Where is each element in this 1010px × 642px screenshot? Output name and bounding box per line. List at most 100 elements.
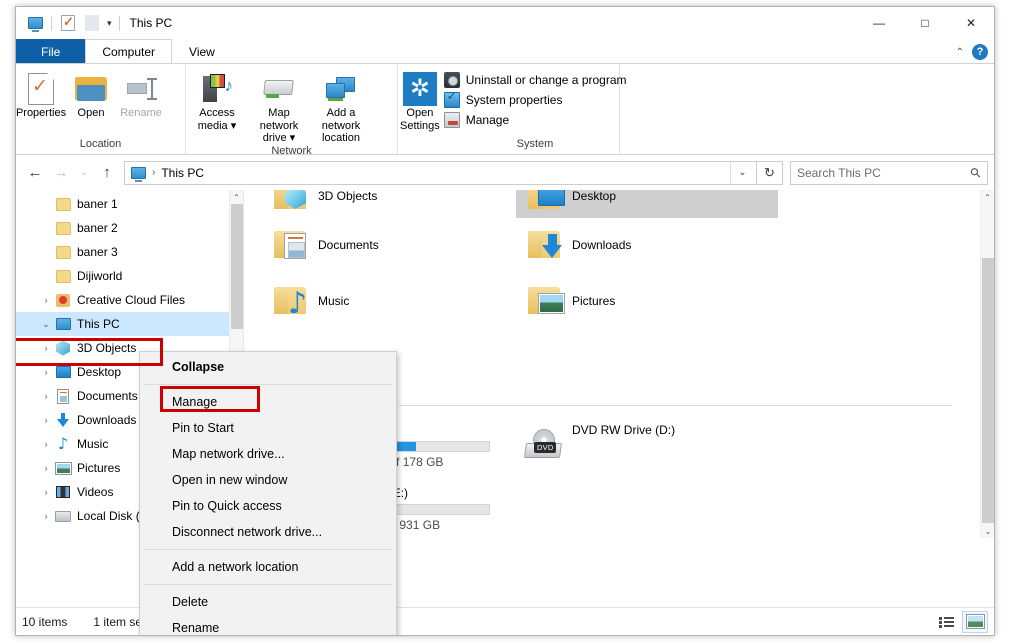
address-input[interactable]: › This PC ⌄ <box>124 160 757 185</box>
add-network-location-label: Add a network location <box>321 107 361 145</box>
expand-chevron-icon[interactable]: › <box>38 391 54 401</box>
scroll-up-icon[interactable]: ⌃ <box>230 190 243 204</box>
videos-icon <box>54 486 72 498</box>
context-menu-item-pin-to-quick-access[interactable]: Pin to Quick access <box>140 493 396 519</box>
context-menu-item-collapse[interactable]: Collapse <box>140 354 396 380</box>
expand-chevron-icon[interactable]: › <box>38 487 54 497</box>
open-settings-label: Open Settings <box>400 107 440 132</box>
refresh-button[interactable]: ↻ <box>757 160 783 185</box>
expand-chevron-icon[interactable]: › <box>38 439 54 449</box>
item-count-label: 10 items <box>22 614 68 629</box>
qat-blank-icon[interactable] <box>80 11 104 35</box>
tree-item-dijiworld[interactable]: Dijiworld <box>16 264 243 288</box>
context-menu-separator <box>144 384 392 385</box>
manage-icon <box>443 112 460 128</box>
properties-button[interactable]: Properties <box>16 68 66 120</box>
large-icons-view-button[interactable] <box>962 610 988 633</box>
open-settings-button[interactable]: ✲ Open Settings <box>398 68 442 132</box>
tab-computer[interactable]: Computer <box>85 39 173 63</box>
tree-item-baner-2[interactable]: baner 2 <box>16 216 243 240</box>
back-button[interactable]: ← <box>22 160 48 186</box>
content-item-documents[interactable]: Documents <box>262 223 524 267</box>
context-menu-item-delete[interactable]: Delete <box>140 589 396 615</box>
divider <box>51 15 52 31</box>
qat-properties-icon[interactable] <box>56 11 80 35</box>
expand-chevron-icon[interactable]: › <box>38 343 54 353</box>
ribbon-tabstrip-right: ⌃ ? <box>956 44 988 60</box>
window-title: This PC <box>129 16 173 30</box>
gear-icon: ✲ <box>402 71 437 107</box>
scrollbar-thumb[interactable] <box>231 204 243 329</box>
drive-item-dvd-rw-drive-d[interactable]: DVD DVD RW Drive (D:) <box>516 423 781 458</box>
content-item-music[interactable]: ♪ Music <box>262 279 524 323</box>
system-properties-button[interactable]: System properties <box>442 89 633 110</box>
tree-item-this-pc[interactable]: ⌄ This PC <box>16 312 243 336</box>
map-network-drive-button[interactable]: Map network drive ▾ <box>248 68 310 145</box>
access-media-button[interactable]: ♪ Access media ▾ <box>186 68 248 132</box>
content-item-pictures[interactable]: Pictures <box>516 279 778 323</box>
expand-chevron-icon[interactable]: › <box>38 367 54 377</box>
expand-chevron-icon[interactable]: › <box>38 463 54 473</box>
pictures-icon <box>522 281 566 321</box>
add-network-location-button[interactable]: Add a network location <box>310 68 372 145</box>
drive-name: DVD RW Drive (D:) <box>572 423 676 437</box>
manage-button[interactable]: Manage <box>442 110 633 130</box>
scrollbar-thumb[interactable] <box>982 258 994 523</box>
content-item-3d-objects[interactable]: 3D Objects <box>262 190 524 218</box>
tree-item-creative-cloud-files[interactable]: › Creative Cloud Files <box>16 288 243 312</box>
context-menu-item-open-in-new-window[interactable]: Open in new window <box>140 467 396 493</box>
uninstall-program-button[interactable]: Uninstall or change a program <box>442 70 633 90</box>
ribbon-group-label-system: System <box>516 138 554 150</box>
local-disk-icon <box>54 510 72 522</box>
help-icon[interactable]: ? <box>972 44 988 60</box>
context-menu-separator <box>144 584 392 585</box>
tree-item-baner-1[interactable]: baner 1 <box>16 192 243 216</box>
tree-item-label: Documents <box>77 389 138 403</box>
close-button[interactable]: ✕ <box>948 7 994 39</box>
up-button[interactable]: ↑ <box>94 160 120 186</box>
map-network-drive-label: Map network drive ▾ <box>259 107 299 145</box>
collapse-ribbon-icon[interactable]: ⌃ <box>956 47 964 58</box>
context-menu-item-map-network-drive[interactable]: Map network drive... <box>140 441 396 467</box>
tree-item-baner-3[interactable]: baner 3 <box>16 240 243 264</box>
chevron-down-icon[interactable]: ▾ <box>104 18 115 29</box>
search-input[interactable] <box>797 165 972 180</box>
scroll-down-icon[interactable]: ⌄ <box>981 524 994 538</box>
uninstall-program-label: Uninstall or change a program <box>465 73 627 87</box>
content-pane-scrollbar[interactable]: ⌃ ⌄ <box>980 190 994 538</box>
ribbon-group-location: Properties Open Rename Location <box>16 64 186 154</box>
content-item-downloads[interactable]: Downloads <box>516 223 778 267</box>
expand-chevron-icon[interactable]: › <box>38 511 54 521</box>
minimize-button[interactable]: — <box>856 7 902 39</box>
maximize-button[interactable]: □ <box>902 7 948 39</box>
tab-view[interactable]: View <box>172 39 232 63</box>
context-menu-item-rename[interactable]: Rename <box>140 615 396 635</box>
uninstall-icon <box>443 72 460 88</box>
context-menu-item-pin-to-start[interactable]: Pin to Start <box>140 415 396 441</box>
content-item-desktop[interactable]: Desktop <box>516 190 778 218</box>
collapse-chevron-icon[interactable]: ⌄ <box>38 319 54 330</box>
tab-file[interactable]: File <box>16 39 86 63</box>
context-menu-item-add-a-network-location[interactable]: Add a network location <box>140 554 396 580</box>
breadcrumb[interactable]: This PC <box>161 166 204 180</box>
forward-button[interactable]: → <box>48 160 74 186</box>
ribbon-group-system: ✲ Open Settings Uninstall or change a pr… <box>398 64 627 154</box>
search-box[interactable]: ⚲ <box>790 160 988 185</box>
manage-label: Manage <box>465 113 510 127</box>
tree-item-label: baner 1 <box>77 197 118 211</box>
folder-icon <box>54 245 72 259</box>
expand-chevron-icon[interactable]: › <box>38 295 54 305</box>
system-small-buttons: Uninstall or change a program System pro… <box>442 68 633 130</box>
recent-locations-button[interactable]: ⌄ <box>74 160 94 186</box>
context-menu-item-manage[interactable]: Manage <box>140 389 396 415</box>
open-button[interactable]: Open <box>66 68 116 120</box>
downloads-icon <box>54 412 72 428</box>
file-explorer-window: ▾ This PC — □ ✕ File Computer View ⌃ ? P… <box>15 6 995 636</box>
ribbon: Properties Open Rename Location <box>16 63 994 157</box>
context-menu-item-disconnect-network-drive[interactable]: Disconnect network drive... <box>140 519 396 545</box>
scroll-up-icon[interactable]: ⌃ <box>981 190 994 204</box>
chevron-down-icon[interactable]: ⌄ <box>730 161 754 184</box>
quick-access-toolbar: ▾ This PC <box>16 7 172 39</box>
expand-chevron-icon[interactable]: › <box>38 415 54 425</box>
details-view-button[interactable] <box>934 611 960 633</box>
